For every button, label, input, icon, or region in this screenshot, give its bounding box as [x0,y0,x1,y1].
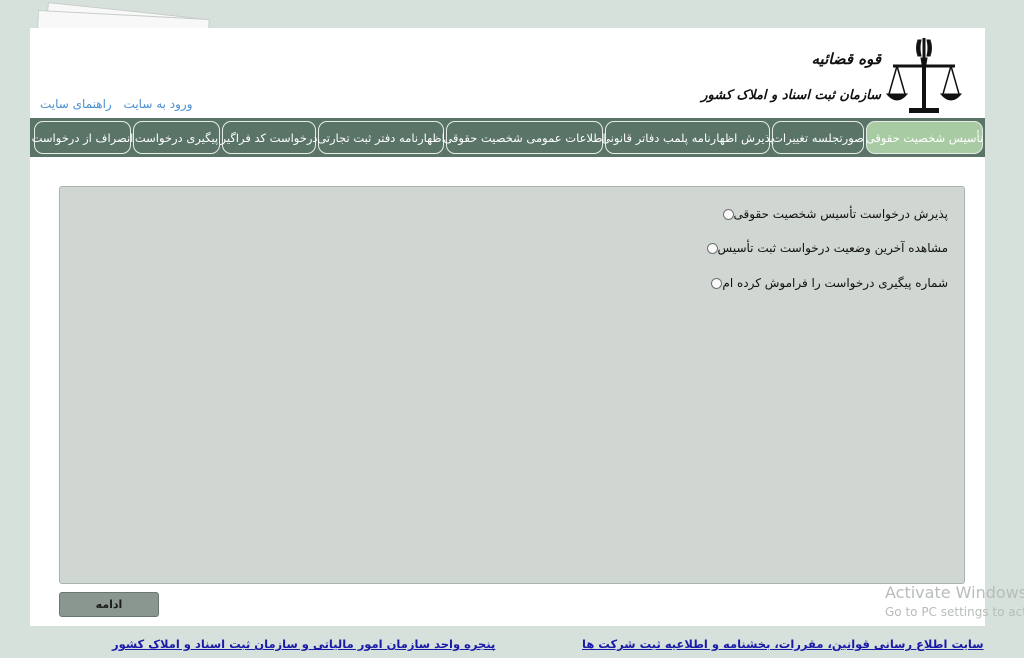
organization-logo: قوه قضائیه سازمان ثبت اسناد و املاک کشور [701,36,963,116]
header-links: ورود به سایت راهنمای سایت [36,97,197,111]
judiciary-title: قوه قضائیه [811,50,882,68]
main-tabs: تأسیس شخصیت حقوقی صورتجلسه تغییرات پذیرش… [30,118,985,157]
continue-button[interactable]: ادامه [59,592,159,617]
tab-change-minutes[interactable]: صورتجلسه تغییرات [772,121,864,154]
activation-watermark: Activate Windows Go to PC settings to ac… [885,583,1024,619]
radio-button[interactable] [722,208,734,220]
option-forgot-tracking-number[interactable]: شماره پیگیری درخواست را فراموش کرده ام [709,276,948,290]
footer-link-single-window[interactable]: پنجره واحد سازمان امور مالیاتی و سازمان … [112,637,495,651]
scales-of-justice-icon [885,38,963,113]
watermark-subtitle: Go to PC settings to activate Windows. [885,605,1024,619]
footer-link-regulations-site[interactable]: سایت اطلاع رسانی قوانین، مقررات، بخشنامه… [582,637,984,651]
tab-cancel-request[interactable]: انصراف از درخواست [32,121,133,154]
watermark-title: Activate Windows [885,583,1024,602]
options-panel: پذیرش درخواست تأسیس شخصیت حقوقی مشاهده آ… [59,186,965,584]
site-guide-link[interactable]: راهنمای سایت [40,97,112,111]
option-label: مشاهده آخرین وضعیت درخواست ثبت تأسیس [717,241,948,255]
option-label: پذیرش درخواست تأسیس شخصیت حقوقی [733,207,948,221]
option-accept-establishment-request[interactable]: پذیرش درخواست تأسیس شخصیت حقوقی [721,207,948,221]
tab-track-request[interactable]: پیگیری درخواست [133,121,220,154]
option-label: شماره پیگیری درخواست را فراموش کرده ام [722,276,948,290]
radio-button[interactable] [706,242,718,254]
tab-establish-legal-entity[interactable]: تأسیس شخصیت حقوقی [866,121,983,154]
main-frame: ورود به سایت راهنمای سایت قوه قضائیه ساز… [30,28,985,626]
tab-ledger-seal-declaration[interactable]: پذیرش اظهارنامه پلمب دفاتر قانونی [601,121,774,154]
tab-comprehensive-code-request[interactable]: درخواست کد فراگیر [221,121,318,154]
organization-title: سازمان ثبت اسناد و املاک کشور [701,88,881,103]
login-link[interactable]: ورود به سایت [124,97,193,111]
tab-commercial-registry-declaration[interactable]: اظهارنامه دفتر ثبت تجارتی [317,121,445,154]
tab-entity-public-info[interactable]: اطلاعات عمومی شخصیت حقوقی [443,121,606,154]
option-view-registration-status[interactable]: مشاهده آخرین وضعیت درخواست ثبت تأسیس [705,241,948,255]
radio-button[interactable] [711,277,723,289]
site-header: ورود به سایت راهنمای سایت قوه قضائیه ساز… [30,28,985,118]
